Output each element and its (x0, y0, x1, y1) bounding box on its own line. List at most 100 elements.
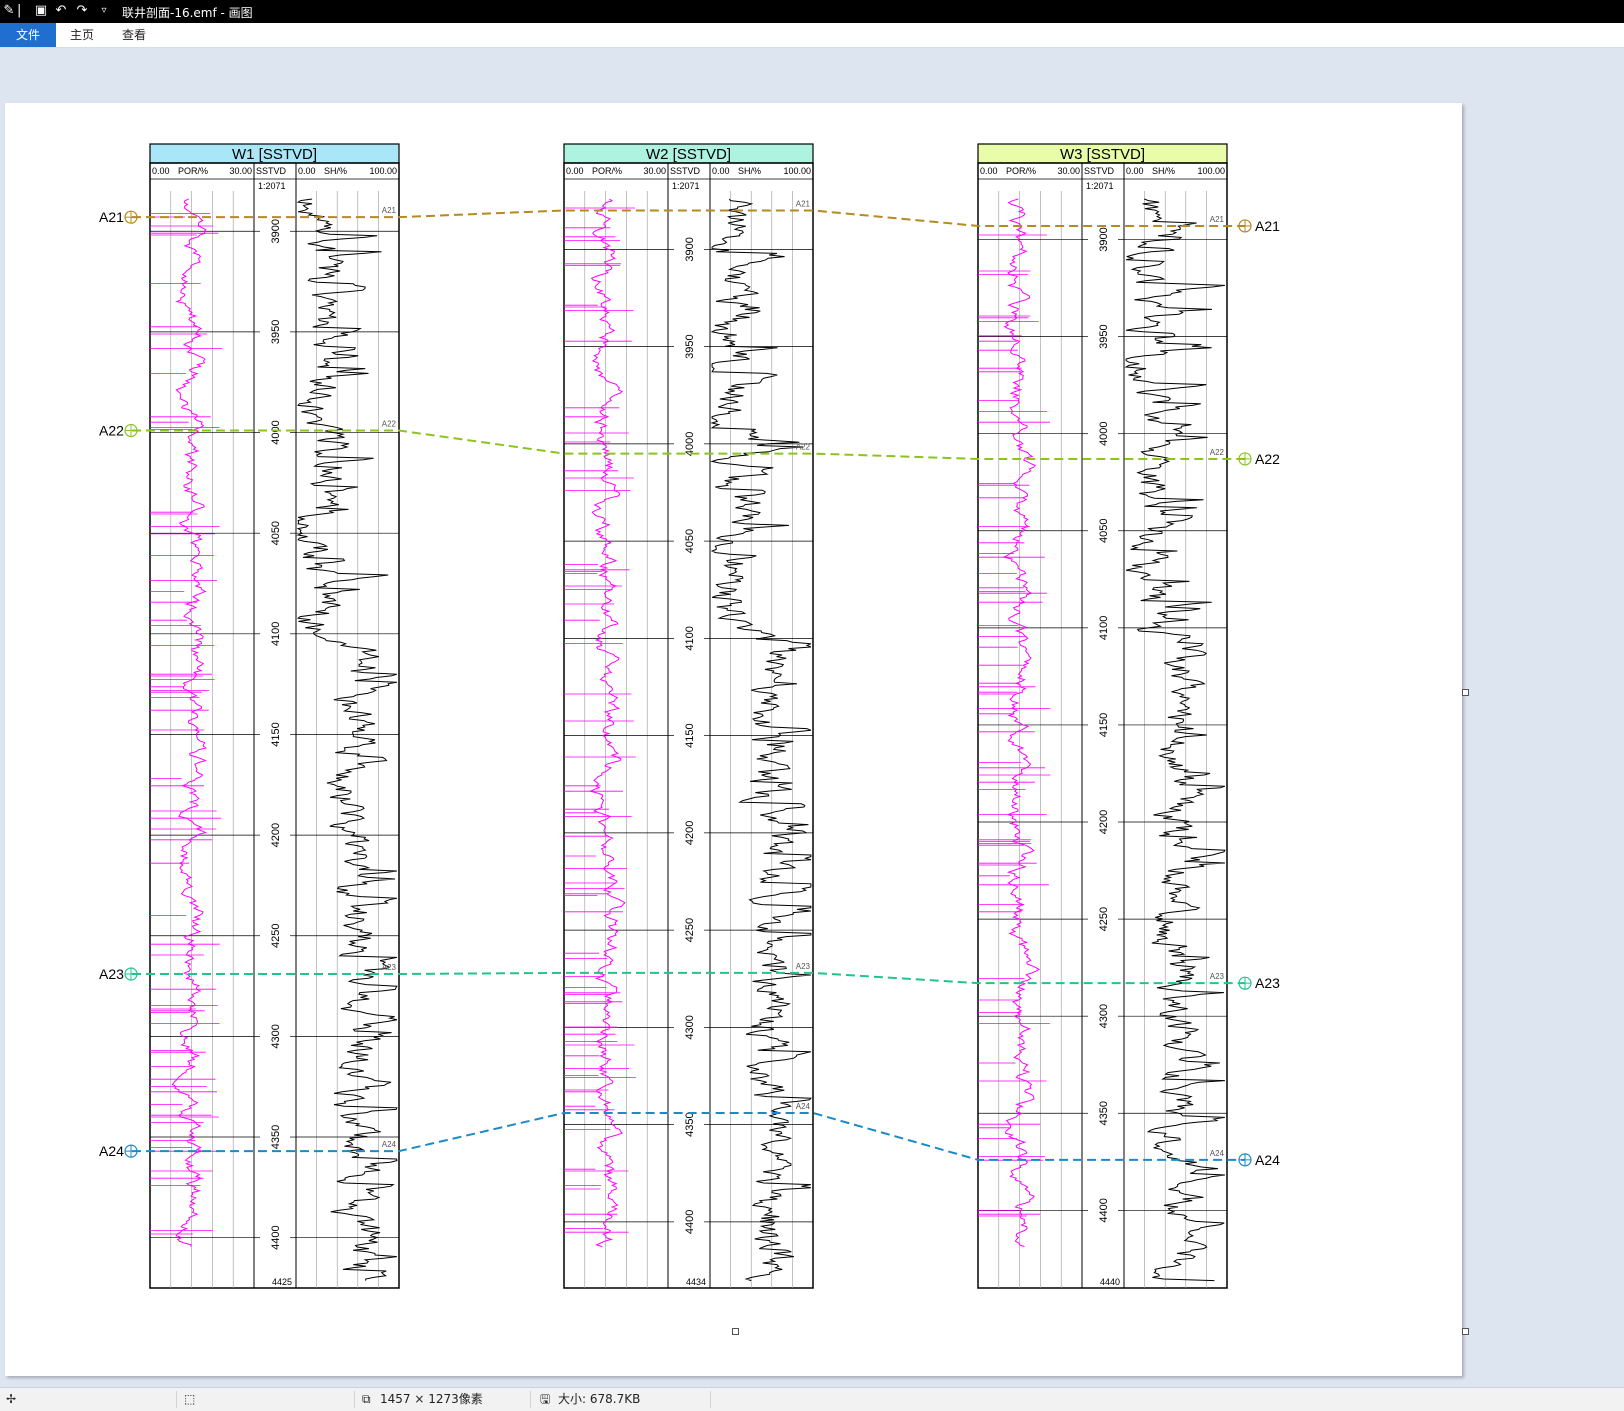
well-3-depth-label: SSTVD (1084, 166, 1115, 176)
well-2-depth-tick-label: 3950 (684, 334, 696, 358)
redo-icon[interactable]: ↷ (74, 3, 90, 19)
image-canvas[interactable]: W1 [SSTVD] 0.00 POR/% 30.00 SSTVD 0.00 SH/% 100… (5, 103, 1462, 1376)
well-1-depth-tick-label: 4000 (270, 420, 282, 444)
well-2-depth-tick-label: 4150 (684, 723, 696, 747)
well-2-scale: 1:2071 (672, 181, 700, 191)
well-2-depth-tick-label: 4050 (684, 529, 696, 553)
well-2-por-curve (588, 198, 626, 1248)
well-2-title: W2 [SSTVD] (646, 146, 731, 163)
well-1-sh-min: 0.00 (298, 166, 316, 176)
well-2-depth-tick-label: 4250 (684, 918, 696, 942)
well-1-title: W1 [SSTVD] (232, 146, 317, 163)
well-3-depth-tick-label: 4200 (1098, 810, 1110, 834)
well-2-por-max: 30.00 (643, 166, 666, 176)
horizon-label-left-a21: A21 (99, 209, 124, 225)
file-size: 大小: 678.7KB (558, 1392, 641, 1406)
horizon-label-right-a22: A22 (1255, 451, 1280, 467)
well-1-sh-label: SH/% (324, 166, 347, 176)
well-3-marker-label-a24: A24 (1210, 1149, 1225, 1158)
save-icon[interactable]: ▣ (33, 3, 49, 19)
well-1-depth-tick-label: 4150 (270, 722, 282, 746)
well-3-depth-tick-label: 4250 (1098, 907, 1110, 931)
well-2-sh-curve (710, 198, 812, 1282)
menu-file[interactable]: 文件 (0, 23, 56, 47)
well-3-marker-label-a22: A22 (1210, 448, 1225, 457)
well-2-depth-tick-label: 4200 (684, 821, 696, 845)
well-1-depth-tick-label: 4250 (270, 924, 282, 948)
well-2-por-min: 0.00 (566, 166, 584, 176)
well-1-bottom-depth: 4425 (272, 1277, 292, 1287)
well-3-depth-tick-label: 4000 (1098, 421, 1110, 445)
well-1-depth-tick-label: 4350 (270, 1125, 282, 1149)
well-3-depth-tick-label: 4300 (1098, 1004, 1110, 1028)
well-3-marker-label-a23: A23 (1210, 972, 1225, 981)
well-2-sh-min: 0.00 (712, 166, 730, 176)
well-3-depth-tick-label: 3950 (1098, 324, 1110, 348)
well-3-sh-max: 100.00 (1197, 166, 1225, 176)
well-1-sh-curve (296, 198, 398, 1281)
well-1-depth-tick-label: 4050 (270, 521, 282, 545)
well-3-por-min: 0.00 (980, 166, 998, 176)
well-3-depth-tick-label: 4150 (1098, 713, 1110, 737)
well-1-marker-label-a23: A23 (382, 963, 397, 972)
well-1-por-max: 30.00 (229, 166, 252, 176)
image-dimensions-icon: ⧉ (362, 1392, 371, 1406)
horizon-label-left-a23: A23 (99, 966, 124, 982)
menu-view[interactable]: 查看 (114, 23, 154, 47)
well-2-depth-tick-label: 3900 (684, 237, 696, 261)
well-1-por-curve (171, 198, 208, 1247)
cursor-position-icon: ✢ (6, 1392, 17, 1406)
horizon-label-left-a24: A24 (99, 1143, 124, 1159)
well-2-depth-tick-label: 4100 (684, 626, 696, 650)
horizon-label-right-a21: A21 (1255, 218, 1280, 234)
well-3-sh-curve (1124, 198, 1226, 1282)
well-2-depth-tick-label: 4000 (684, 432, 696, 456)
divider: | (17, 3, 22, 18)
customize-icon[interactable]: ▿ (96, 3, 112, 19)
well-3-depth-tick-label: 4350 (1098, 1101, 1110, 1125)
well-1-depth-tick-label: 4100 (270, 622, 282, 646)
well-2-por-label: POR/% (592, 166, 622, 176)
horizon-line-a23 (132, 971, 1245, 985)
well-3-title: W3 [SSTVD] (1060, 146, 1145, 163)
well-2-depth-tick-label: 4400 (684, 1210, 696, 1234)
image-dimensions: 1457 × 1273像素 (380, 1392, 483, 1406)
well-3-marker-label-a21: A21 (1210, 215, 1225, 224)
horizon-label-right-a23: A23 (1255, 975, 1280, 991)
well-1-depth-tick-label: 4200 (270, 823, 282, 847)
well-2-marker-label-a21: A21 (796, 199, 811, 208)
well-1-depth-label: SSTVD (256, 166, 287, 176)
menu-bar: 文件 主页 查看 (0, 23, 1624, 48)
selection-size-icon: ⬚ (184, 1392, 196, 1406)
well-1-depth-tick-label: 4300 (270, 1024, 282, 1048)
horizon-line-a21 (132, 209, 1245, 227)
title-bar: ✎ | ▣ ↶ ↷ ▿ 联井剖面-16.emf - 画图 (0, 0, 1624, 23)
window-title: 联井剖面-16.emf - 画图 (122, 6, 253, 20)
file-size-icon: 🖫 (540, 1392, 551, 1406)
well-1-depth-tick-label: 3900 (270, 219, 282, 243)
well-3-bottom-depth: 4440 (1100, 1277, 1120, 1287)
menu-home[interactable]: 主页 (62, 23, 102, 47)
well-2-depth-label: SSTVD (670, 166, 701, 176)
well-3-sh-min: 0.00 (1126, 166, 1144, 176)
horizon-label-left-a22: A22 (99, 423, 124, 439)
well-2-sh-max: 100.00 (783, 166, 811, 176)
well-2-bottom-depth: 4434 (686, 1277, 706, 1287)
resize-handle-bottom[interactable] (732, 1328, 739, 1335)
well-1-scale: 1:2071 (258, 181, 286, 191)
well-3-sh-label: SH/% (1152, 166, 1175, 176)
well-1-sh-max: 100.00 (369, 166, 397, 176)
well-1-marker-label-a22: A22 (382, 420, 397, 429)
well-3-por-max: 30.00 (1057, 166, 1080, 176)
well-1-por-min: 0.00 (152, 166, 170, 176)
canvas-area[interactable]: W1 [SSTVD] 0.00 POR/% 30.00 SSTVD 0.00 SH/% 100… (0, 48, 1624, 1388)
well-3-depth-tick-label: 4400 (1098, 1198, 1110, 1222)
well-3-depth-tick-label: 4100 (1098, 616, 1110, 640)
well-3-depth-tick-label: 4050 (1098, 519, 1110, 543)
well-2-marker-label-a22: A22 (796, 443, 811, 452)
well-1-marker-label-a24: A24 (382, 1140, 397, 1149)
resize-handle-right[interactable] (1462, 689, 1469, 696)
app-icon[interactable]: ✎ (1, 3, 17, 19)
undo-icon[interactable]: ↶ (53, 3, 69, 19)
resize-handle-corner[interactable] (1462, 1328, 1469, 1335)
